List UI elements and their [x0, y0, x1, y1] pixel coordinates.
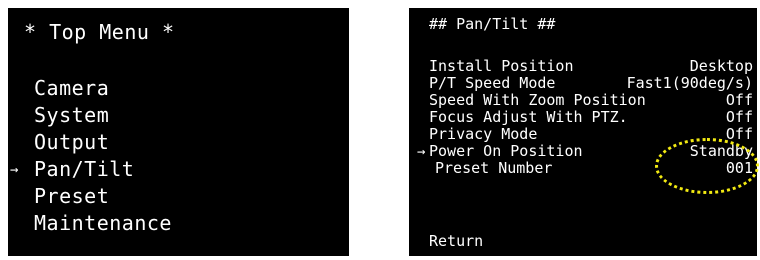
pan-tilt-screen: ## Pan/Tilt ## Install Position Desktop …: [409, 8, 757, 256]
setting-value-install-position[interactable]: Desktop: [690, 59, 753, 74]
return-menu-item[interactable]: Return: [429, 234, 483, 249]
setting-label-pt-speed-mode: P/T Speed Mode: [429, 74, 556, 92]
pan-tilt-title: ## Pan/Tilt ##: [429, 15, 556, 33]
setting-value-speed-with-zoom[interactable]: Off: [726, 93, 753, 108]
setting-label-power-on-position: Power On Position: [429, 142, 583, 160]
top-menu-screen: * Top Menu * Camera System Output → Pan/…: [8, 8, 349, 256]
menu-item-output[interactable]: Output: [34, 132, 109, 152]
menu-item-camera[interactable]: Camera: [34, 78, 109, 98]
menu-item-pan-tilt[interactable]: Pan/Tilt: [34, 159, 134, 179]
setting-label-install-position: Install Position: [429, 57, 574, 75]
selection-cursor-icon: →: [417, 144, 426, 160]
menu-item-preset[interactable]: Preset: [34, 186, 109, 206]
selection-cursor-icon: →: [10, 162, 19, 178]
setting-label-focus-adjust: Focus Adjust With PTZ.: [429, 108, 628, 126]
setting-label-privacy-mode: Privacy Mode: [429, 125, 538, 143]
setting-value-privacy-mode[interactable]: Off: [726, 127, 753, 142]
setting-value-pt-speed-mode[interactable]: Fast1(90deg/s): [627, 76, 753, 91]
setting-value-focus-adjust[interactable]: Off: [726, 110, 753, 125]
setting-label-preset-number: Preset Number: [435, 159, 553, 177]
top-menu-title: * Top Menu *: [24, 20, 175, 44]
menu-item-system[interactable]: System: [34, 105, 109, 125]
highlight-ellipse: [655, 138, 759, 194]
menu-item-maintenance[interactable]: Maintenance: [34, 213, 172, 233]
setting-label-speed-with-zoom: Speed With Zoom Position: [429, 91, 646, 109]
